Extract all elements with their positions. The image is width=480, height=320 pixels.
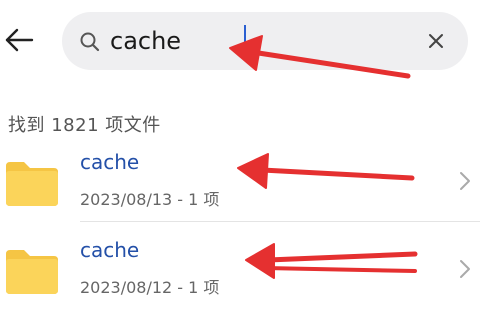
folder-icon <box>6 250 58 294</box>
divider <box>80 221 480 222</box>
list-item[interactable]: cache 2023/08/12 - 1 项 <box>0 226 480 312</box>
list-item[interactable]: cache 2023/08/13 - 1 项 <box>0 138 480 224</box>
chevron-right-icon <box>460 172 470 190</box>
file-meta: 2023/08/12 - 1 项 <box>80 278 220 297</box>
folder-icon <box>6 162 58 206</box>
text-cursor <box>244 25 246 55</box>
search-bar[interactable] <box>62 12 468 70</box>
file-name: cache <box>80 150 140 174</box>
file-meta: 2023/08/13 - 1 项 <box>80 190 220 209</box>
chevron-right-icon <box>460 260 470 278</box>
arrow-left-icon <box>5 28 34 52</box>
result-count-label: 找到 1821 项文件 <box>8 115 161 136</box>
file-search-screen: 找到 1821 项文件 cache 2023/08/13 - 1 项 cache… <box>0 0 480 320</box>
back-button[interactable] <box>2 22 38 58</box>
search-icon <box>80 32 100 52</box>
close-icon[interactable] <box>425 30 447 52</box>
search-input[interactable] <box>110 21 410 61</box>
file-name: cache <box>80 238 140 262</box>
